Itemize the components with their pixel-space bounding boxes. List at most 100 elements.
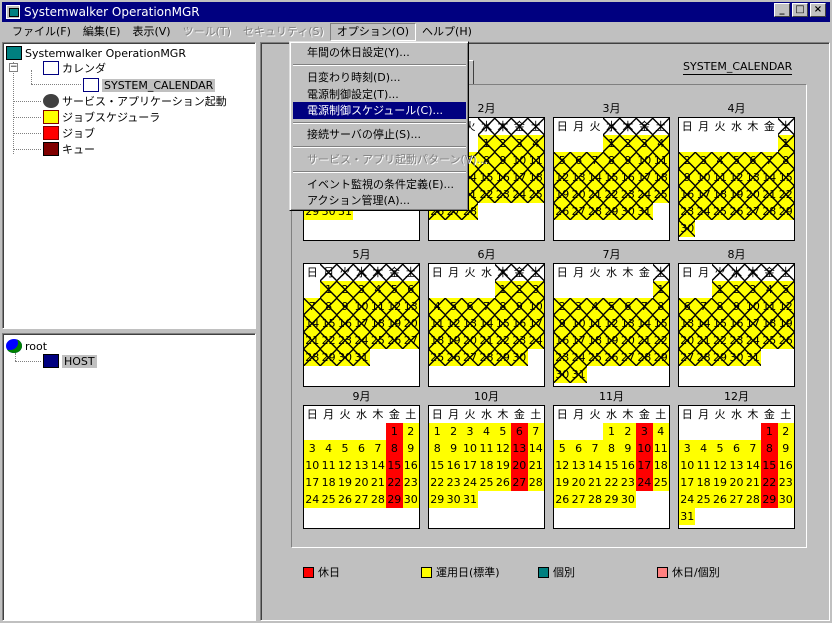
menu-item-power-settings[interactable]: 電源制御設定(T)... (293, 86, 466, 103)
calendar-day[interactable]: 27 (570, 203, 588, 220)
calendar-day[interactable]: 15 (478, 169, 496, 186)
tree-job[interactable]: ジョブ (43, 125, 95, 141)
calendar-day[interactable]: 4 (429, 298, 446, 315)
calendar-day[interactable]: 23 (777, 474, 794, 491)
calendar-day[interactable]: 1 (652, 281, 670, 298)
calendar-day[interactable]: 10 (570, 315, 588, 332)
calendar-day[interactable]: 14 (586, 457, 604, 474)
calendar-day[interactable]: 28 (586, 491, 604, 508)
calendar-day[interactable]: 26 (603, 349, 621, 366)
calendar-day[interactable]: 29 (777, 203, 795, 220)
calendar-day[interactable]: 1 (711, 281, 729, 298)
calendar-day[interactable]: 30 (336, 349, 354, 366)
calendar-day[interactable]: 6 (461, 298, 479, 315)
calendar-day[interactable]: 24 (304, 491, 321, 508)
calendar-day[interactable]: 2 (511, 281, 528, 298)
calendar-day[interactable]: 30 (402, 491, 419, 508)
calendar-day[interactable]: 11 (369, 298, 387, 315)
calendar-day[interactable]: 9 (619, 440, 637, 457)
calendar-day[interactable]: 7 (586, 152, 604, 169)
calendar-day[interactable]: 5 (554, 152, 571, 169)
calendar-day[interactable]: 10 (304, 457, 321, 474)
menu-view[interactable]: 表示(V) (126, 23, 176, 41)
calendar-day[interactable]: 20 (353, 474, 370, 491)
calendar-day[interactable]: 16 (679, 186, 696, 203)
calendar-day[interactable]: 10 (461, 440, 479, 457)
calendar-day[interactable]: 3 (353, 281, 371, 298)
calendar-day[interactable]: 31 (461, 491, 479, 508)
calendar-day[interactable]: 3 (511, 135, 528, 152)
calendar-day[interactable]: 11 (695, 457, 712, 474)
calendar-day[interactable]: 13 (461, 315, 479, 332)
calendar-day[interactable]: 29 (603, 491, 620, 508)
host-item[interactable]: HOST (43, 353, 97, 369)
calendar-day[interactable]: 3 (744, 281, 762, 298)
calendar-day[interactable]: 15 (777, 169, 795, 186)
calendar-day[interactable]: 3 (527, 281, 545, 298)
calendar-day[interactable]: 7 (586, 440, 604, 457)
calendar-day[interactable]: 21 (527, 457, 544, 474)
calendar-day[interactable]: 8 (494, 298, 512, 315)
calendar-day[interactable]: 21 (636, 332, 653, 349)
calendar-day[interactable]: 28 (369, 491, 387, 508)
calendar-day[interactable]: 9 (679, 169, 696, 186)
calendar-day[interactable]: 5 (711, 440, 729, 457)
calendar-day[interactable]: 2 (777, 423, 794, 440)
calendar-day[interactable]: 7 (695, 298, 713, 315)
calendar-day[interactable]: 24 (527, 332, 545, 349)
calendar-day[interactable]: 26 (777, 332, 795, 349)
calendar-day[interactable]: 28 (636, 349, 653, 366)
calendar-day[interactable]: 21 (744, 474, 762, 491)
calendar-day[interactable]: 22 (603, 186, 621, 203)
calendar-day[interactable]: 30 (619, 203, 637, 220)
calendar-day[interactable]: 23 (494, 186, 512, 203)
menu-item-stop-server[interactable]: 接続サーバの停止(S)... (293, 126, 466, 143)
calendar-day[interactable]: 8 (603, 152, 621, 169)
calendar-day[interactable]: 17 (636, 457, 653, 474)
calendar-day[interactable]: 25 (652, 474, 669, 491)
calendar-day[interactable]: 21 (586, 474, 604, 491)
calendar-day[interactable]: 20 (728, 474, 745, 491)
calendar-day[interactable]: 17 (636, 169, 653, 186)
menu-options[interactable]: オプション(O) (329, 23, 417, 41)
calendar-day[interactable]: 4 (478, 423, 495, 440)
calendar-day[interactable]: 16 (728, 315, 746, 332)
calendar-day[interactable]: 6 (679, 298, 696, 315)
calendar-day[interactable]: 9 (445, 440, 462, 457)
calendar-day[interactable]: 16 (554, 332, 571, 349)
calendar-day[interactable]: 27 (402, 332, 420, 349)
calendar-day[interactable]: 7 (527, 423, 544, 440)
calendar-day[interactable]: 1 (603, 423, 620, 440)
minimize-button[interactable]: _ (774, 3, 790, 17)
calendar-day[interactable]: 8 (711, 298, 729, 315)
calendar-day[interactable]: 4 (652, 423, 669, 440)
calendar-day[interactable]: 14 (369, 457, 387, 474)
calendar-day[interactable]: 1 (478, 135, 496, 152)
calendar-day[interactable]: 5 (777, 281, 795, 298)
calendar-day[interactable]: 12 (336, 457, 354, 474)
calendar-day[interactable]: 15 (761, 457, 778, 474)
calendar-day[interactable]: 24 (744, 332, 762, 349)
calendar-day[interactable]: 18 (429, 332, 446, 349)
calendar-day[interactable]: 26 (336, 491, 354, 508)
calendar-day[interactable]: 22 (603, 474, 620, 491)
calendar-day[interactable]: 2 (494, 135, 512, 152)
calendar-day[interactable]: 5 (336, 440, 354, 457)
calendar-day[interactable]: 17 (527, 315, 545, 332)
calendar-day[interactable]: 27 (679, 349, 696, 366)
calendar-day[interactable]: 30 (777, 491, 794, 508)
calendar-day[interactable]: 9 (402, 440, 419, 457)
calendar-day[interactable]: 6 (728, 440, 745, 457)
calendar-day[interactable]: 5 (554, 440, 571, 457)
calendar-day[interactable]: 24 (511, 186, 528, 203)
calendar-day[interactable]: 3 (570, 298, 588, 315)
calendar-day[interactable]: 11 (652, 440, 669, 457)
calendar-day[interactable]: 29 (494, 349, 512, 366)
calendar-day[interactable]: 8 (603, 440, 620, 457)
calendar-day[interactable]: 2 (619, 423, 637, 440)
calendar-day[interactable]: 12 (777, 298, 795, 315)
calendar-day[interactable]: 5 (603, 298, 621, 315)
calendar-day[interactable]: 19 (554, 474, 571, 491)
calendar-day[interactable]: 20 (570, 474, 587, 491)
calendar-day[interactable]: 27 (353, 491, 370, 508)
